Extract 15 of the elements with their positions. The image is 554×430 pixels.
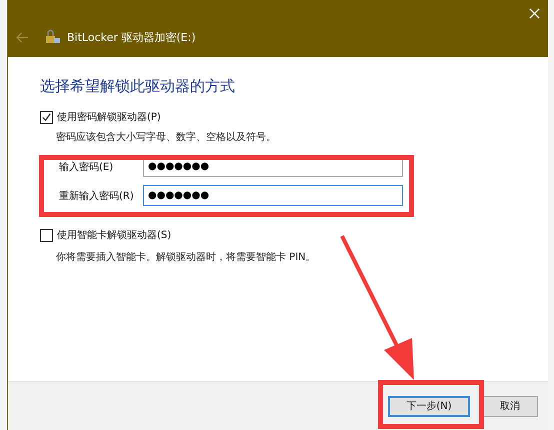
- checkbox-label[interactable]: 使用智能卡解锁驱动器(S): [57, 228, 172, 242]
- drive-lock-icon: [45, 29, 61, 45]
- checkbox[interactable]: [40, 110, 53, 124]
- checkbox-label[interactable]: 使用密码解锁驱动器(P): [57, 110, 161, 124]
- hint-text: 你将需要插入智能卡。解锁驱动器时，将需要智能卡 PIN。: [56, 250, 317, 264]
- next-button[interactable]: 下一步(N): [388, 396, 470, 416]
- hint-text: 密码应该包含大小写字母、数字、空格以及符号。: [56, 130, 277, 144]
- field-label: 重新输入密码(R): [58, 190, 135, 202]
- close-icon[interactable]: [529, 8, 540, 19]
- checkbox[interactable]: [40, 228, 53, 242]
- cancel-button[interactable]: 取消: [482, 396, 538, 416]
- window-title: BitLocker 驱动器加密(E:): [67, 30, 196, 44]
- field-label: 输入密码(E): [58, 160, 114, 174]
- page-heading: 选择希望解锁此驱动器的方式: [40, 77, 236, 96]
- password-field[interactable]: ●●●●●●●: [143, 185, 403, 206]
